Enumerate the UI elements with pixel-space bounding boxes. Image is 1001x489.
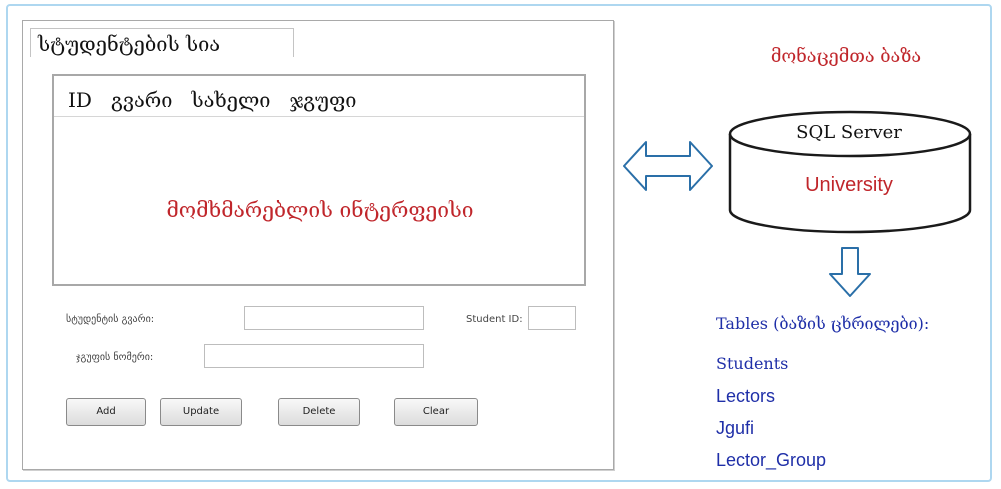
list-header: ID გვარი სახელი ჯგუფი (68, 88, 596, 124)
col-id: ID (68, 88, 92, 112)
update-button[interactable]: Update (160, 398, 242, 426)
list-header-separator (54, 116, 584, 117)
database-title: მონაცემთა ბაზა (770, 46, 922, 67)
user-interface-label: მომხმარებლის ინტერფეისი (166, 198, 474, 222)
database-name: University (805, 174, 893, 196)
down-arrow-icon (829, 247, 871, 297)
col-name: სახელი (191, 88, 271, 112)
col-group: ჯგუფი (289, 88, 357, 112)
table-jgufi: Jgufi (716, 418, 755, 438)
add-button[interactable]: Add (66, 398, 146, 426)
clear-button[interactable]: Clear (394, 398, 478, 426)
student-id-label: Student ID: (466, 314, 523, 325)
delete-button[interactable]: Delete (278, 398, 360, 426)
tables-title: Tables (ბაზის ცხრილები): (716, 314, 930, 333)
group-number-label: ჯგუფის ნომერი: (76, 352, 154, 363)
sql-server-label: SQL Server (796, 122, 902, 143)
group-number-input[interactable] (204, 344, 424, 368)
window-title: სტუდენტების სია (38, 32, 221, 56)
table-lector-group: Lector_Group (716, 450, 827, 470)
student-surname-label: სტუდენტის გვარი: (66, 314, 155, 325)
student-surname-input[interactable] (244, 306, 424, 330)
bidirectional-arrow-icon (623, 141, 713, 191)
table-lectors: Lectors (716, 386, 776, 406)
col-surname: გვარი (111, 88, 173, 112)
student-id-input[interactable] (528, 306, 576, 330)
table-students: Students (716, 354, 789, 373)
